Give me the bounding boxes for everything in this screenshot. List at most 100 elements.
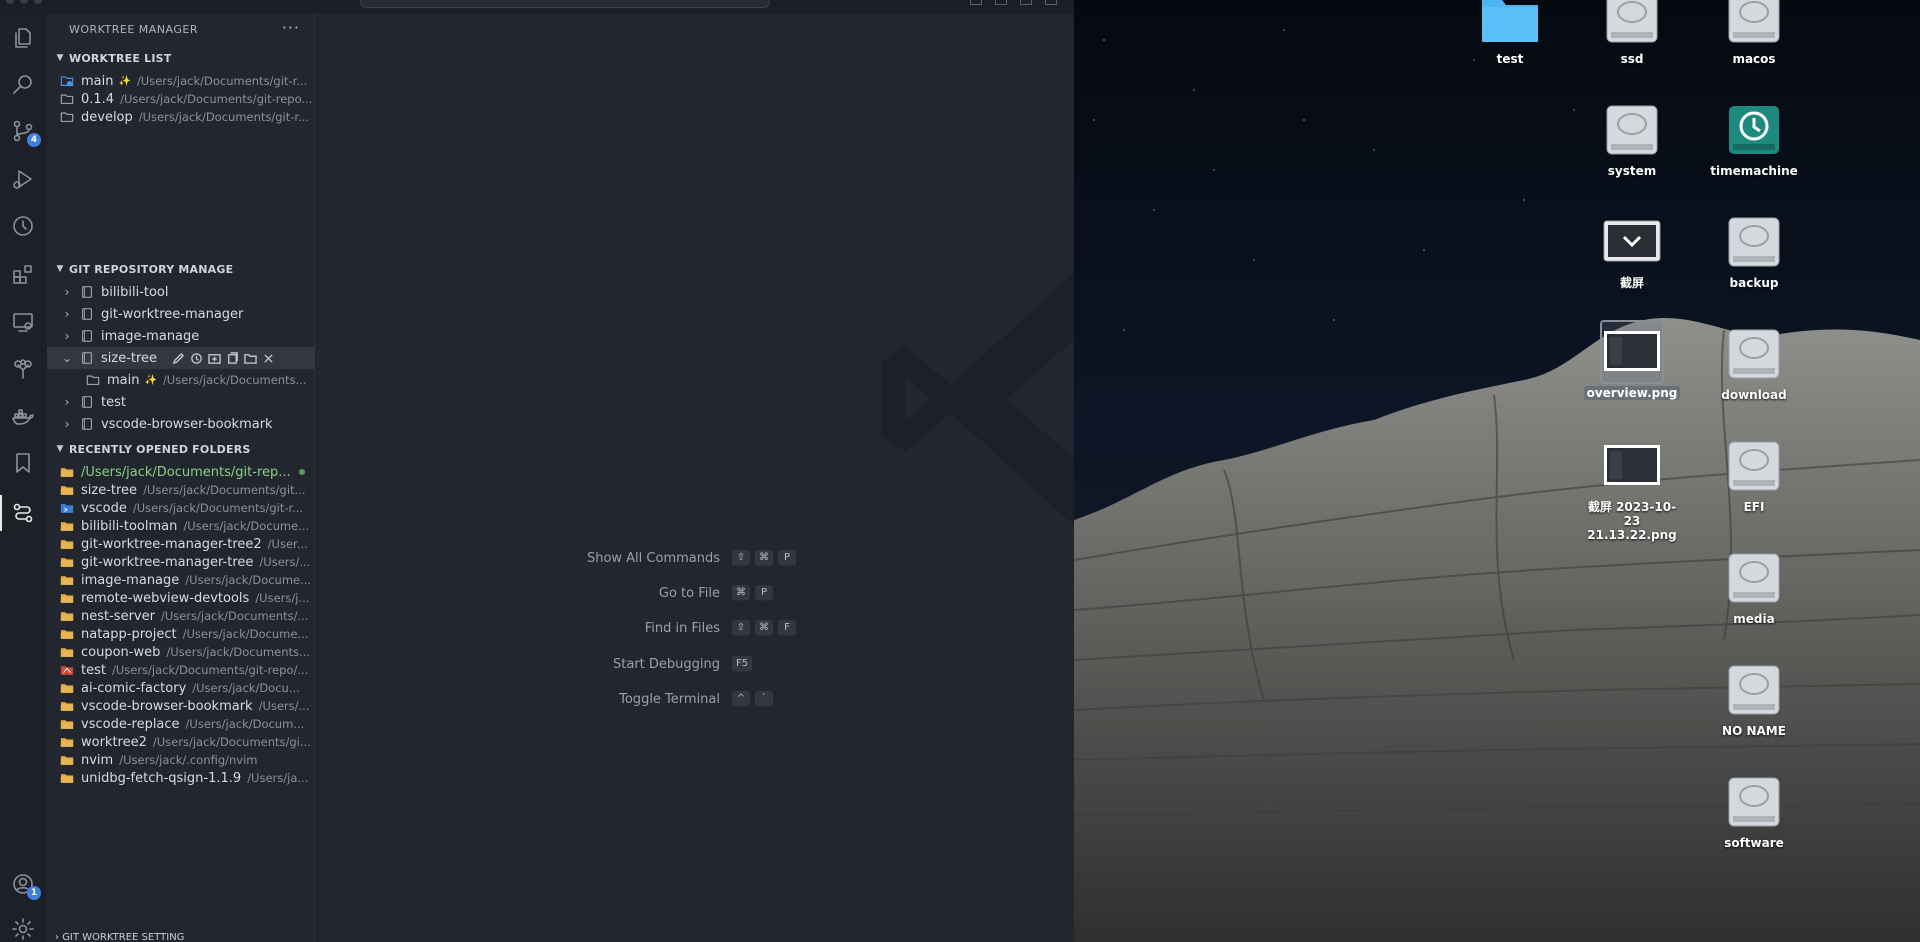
folder-icon <box>59 464 75 480</box>
repo-item-image-manage[interactable]: › image-manage <box>47 325 315 347</box>
desktop-icon-download[interactable]: download <box>1704 322 1804 402</box>
repo-book-icon <box>79 306 95 322</box>
recent-folder-name: unidbg-fetch-qsign-1.1.9 <box>81 770 242 786</box>
vscode-folder-icon <box>59 500 75 516</box>
shortcut-go-to-file[interactable]: Go to File <box>0 583 720 603</box>
key-cmd: ⌘ <box>755 620 773 636</box>
repo-item-vscode-browser-bookmark[interactable]: › vscode-browser-bookmark <box>47 413 315 435</box>
desktop-icon-test[interactable]: test <box>1460 0 1560 66</box>
disk-icon <box>1722 210 1786 274</box>
desktop-icon-media[interactable]: media <box>1704 546 1804 626</box>
image-file-icon <box>1600 320 1664 384</box>
extensions-icon[interactable] <box>8 259 38 289</box>
shortcut-find-in-files[interactable]: Find in Files <box>0 618 720 638</box>
zoom-window-button[interactable] <box>34 0 42 4</box>
section-recently-opened-folders[interactable]: ▼ RECENTLY OPENED FOLDERS <box>47 439 315 459</box>
open-folder-icon[interactable] <box>243 351 257 365</box>
repo-item-test[interactable]: › test <box>47 391 315 413</box>
folder-icon <box>59 770 75 786</box>
recent-folder-item[interactable]: unidbg-fetch-qsign-1.1.9/Users/ja... <box>47 767 315 789</box>
git-graph-icon[interactable] <box>8 354 38 384</box>
keys-toggle-terminal: ^ ` <box>732 689 773 709</box>
repo-item-bilibili-tool[interactable]: › bilibili-tool <box>47 281 315 303</box>
close-window-button[interactable] <box>6 0 14 4</box>
folder-current-icon <box>59 73 75 89</box>
desktop-icon-screenshots[interactable]: 截屏 <box>1582 210 1682 290</box>
accounts-badge: 1 <box>27 886 41 900</box>
desktop-icon-software[interactable]: software <box>1704 770 1804 850</box>
desktop-icon-system[interactable]: system <box>1582 98 1682 178</box>
shortcut-show-all-commands[interactable]: Show All Commands <box>0 548 720 568</box>
history-icon[interactable] <box>189 351 203 365</box>
desktop-icon-backup[interactable]: backup <box>1704 210 1804 290</box>
chevron-down-icon: ▼ <box>56 444 64 454</box>
copy-icon[interactable] <box>225 351 239 365</box>
keys-start-debugging: F5 <box>732 654 753 674</box>
chevron-right-icon: › <box>64 307 70 321</box>
chevron-right-icon: › <box>55 932 59 942</box>
folder-icon <box>59 518 75 534</box>
worktree-manager-icon[interactable] <box>0 495 38 531</box>
edit-pencil-icon[interactable] <box>171 351 185 365</box>
repo-item-git-worktree-manager[interactable]: › git-worktree-manager <box>47 303 315 325</box>
key-p: P <box>778 550 796 566</box>
current-workspace-dot <box>298 469 305 475</box>
chevron-right-icon: › <box>64 395 70 409</box>
command-center[interactable] <box>360 0 770 8</box>
bookmark-icon[interactable] <box>8 448 38 478</box>
shortcut-toggle-terminal[interactable]: Toggle Terminal <box>0 689 720 709</box>
recent-folder-name: worktree2 <box>81 734 147 750</box>
section-worktree-list[interactable]: ▼ WORKTREE LIST <box>47 48 315 68</box>
chevron-down-icon: ⌄ <box>61 351 73 365</box>
close-icon[interactable] <box>261 351 275 365</box>
toggle-panel-icon[interactable] <box>995 0 1007 5</box>
disk-icon <box>1722 434 1786 498</box>
recent-folder-path: /Users/jack/Documents/git-r... <box>132 501 304 515</box>
minimize-window-button[interactable] <box>20 0 28 4</box>
repo-item-size-tree[interactable]: ⌄ size-tree <box>47 347 315 369</box>
toggle-secondary-sidebar-icon[interactable] <box>1020 0 1032 5</box>
chevron-down-icon: ▼ <box>56 264 64 274</box>
repo-child-worktree-main[interactable]: main ✨ /Users/jack/Documents... <box>47 369 315 391</box>
more-actions-icon[interactable]: ··· <box>282 18 300 37</box>
desktop-icon-macos[interactable]: macos <box>1704 0 1804 66</box>
disk-icon <box>1600 0 1664 50</box>
accounts-icon[interactable]: 1 <box>8 869 41 900</box>
toggle-sidebar-icon[interactable] <box>970 0 982 5</box>
run-debug-icon[interactable] <box>8 164 38 194</box>
key-shift: ⇧ <box>732 620 750 636</box>
worktree-item-develop[interactable]: develop /Users/jack/Documents/git-r... <box>47 106 315 128</box>
key-cmd: ⌘ <box>732 585 750 601</box>
settings-gear-icon[interactable] <box>8 914 38 942</box>
folder-icon <box>85 372 101 388</box>
vscode-logo-watermark-icon <box>881 272 1074 526</box>
screenshot-folder-icon <box>1600 210 1664 274</box>
scm-badge: 4 <box>27 133 41 147</box>
section-git-repository-manage[interactable]: ▼ GIT REPOSITORY MANAGE <box>47 259 315 279</box>
customize-layout-icon[interactable] <box>1045 0 1057 5</box>
git-history-icon[interactable] <box>8 211 38 241</box>
recent-folder-name: nvim <box>81 752 114 768</box>
desktop-icon-overview-png[interactable]: overview.png <box>1582 320 1682 400</box>
desktop-icon-screenshot-png[interactable]: 截屏 2023-10-23 21.13.22.png <box>1582 434 1682 542</box>
explorer-icon[interactable] <box>8 23 38 53</box>
folder-icon <box>59 482 75 498</box>
search-icon[interactable] <box>8 69 38 99</box>
docker-icon[interactable] <box>8 401 38 431</box>
desktop-icon-no-name[interactable]: NO NAME <box>1704 658 1804 738</box>
remote-explorer-icon[interactable] <box>8 307 38 337</box>
chevron-right-icon: › <box>64 285 70 299</box>
recent-folder-path: /Users/jack/.config/nvim <box>119 753 258 767</box>
desktop-icon-timemachine[interactable]: timemachine <box>1704 98 1804 178</box>
repo-book-icon <box>79 416 95 432</box>
desktop-icon-ssd[interactable]: ssd <box>1582 0 1682 66</box>
key-cmd: ⌘ <box>755 550 773 566</box>
disk-icon <box>1600 98 1664 162</box>
shortcut-start-debugging[interactable]: Start Debugging <box>0 654 720 674</box>
recent-folder-name: vscode <box>81 500 127 516</box>
source-control-icon[interactable]: 4 <box>8 116 41 147</box>
section-git-worktree-setting[interactable]: › GIT WORKTREE SETTING <box>55 932 184 942</box>
add-worktree-icon[interactable] <box>207 351 221 365</box>
chevron-right-icon: › <box>64 329 70 343</box>
desktop-icon-efi[interactable]: EFI <box>1704 434 1804 514</box>
